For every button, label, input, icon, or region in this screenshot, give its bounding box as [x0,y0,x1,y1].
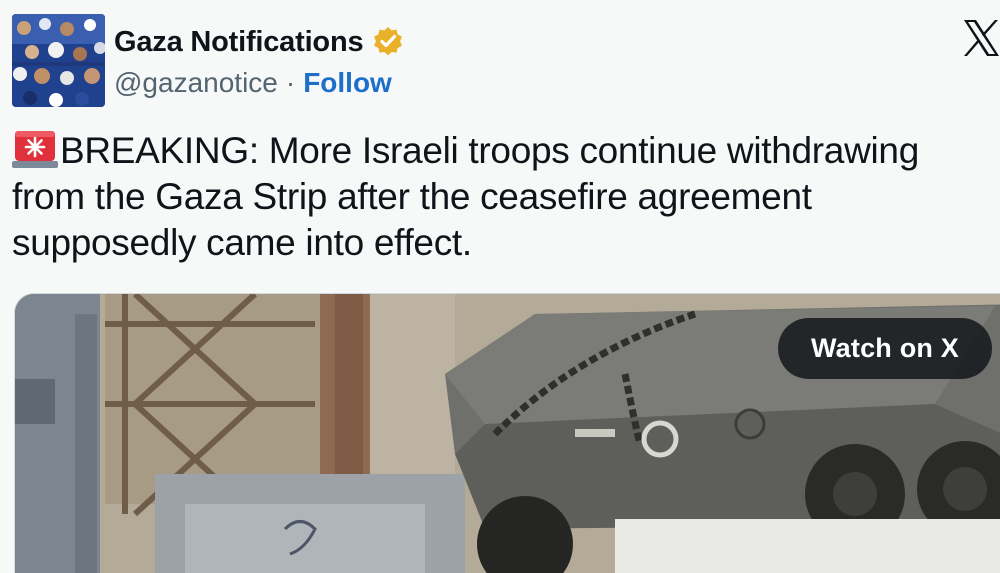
avatar[interactable] [12,14,105,107]
police-siren-icon [12,129,58,169]
author-handle[interactable]: @gazanotice [114,67,278,99]
x-logo-icon[interactable] [962,18,1000,58]
verified-badge-icon [371,25,405,59]
watch-on-x-button[interactable]: Watch on X [778,318,992,379]
follow-link[interactable]: Follow [303,67,392,99]
embedded-post-card: Gaza Notifications @gazanotice · Follow [0,0,1000,573]
separator-dot: · [285,67,296,98]
author-display-name[interactable]: Gaza Notifications [114,26,364,59]
author-handle-row: @gazanotice · Follow [114,63,392,103]
author-name-row: Gaza Notifications [114,20,405,64]
post-text: BREAKING: More Israeli troops continue w… [12,128,982,266]
post-text-body: BREAKING: More Israeli troops continue w… [12,130,919,263]
